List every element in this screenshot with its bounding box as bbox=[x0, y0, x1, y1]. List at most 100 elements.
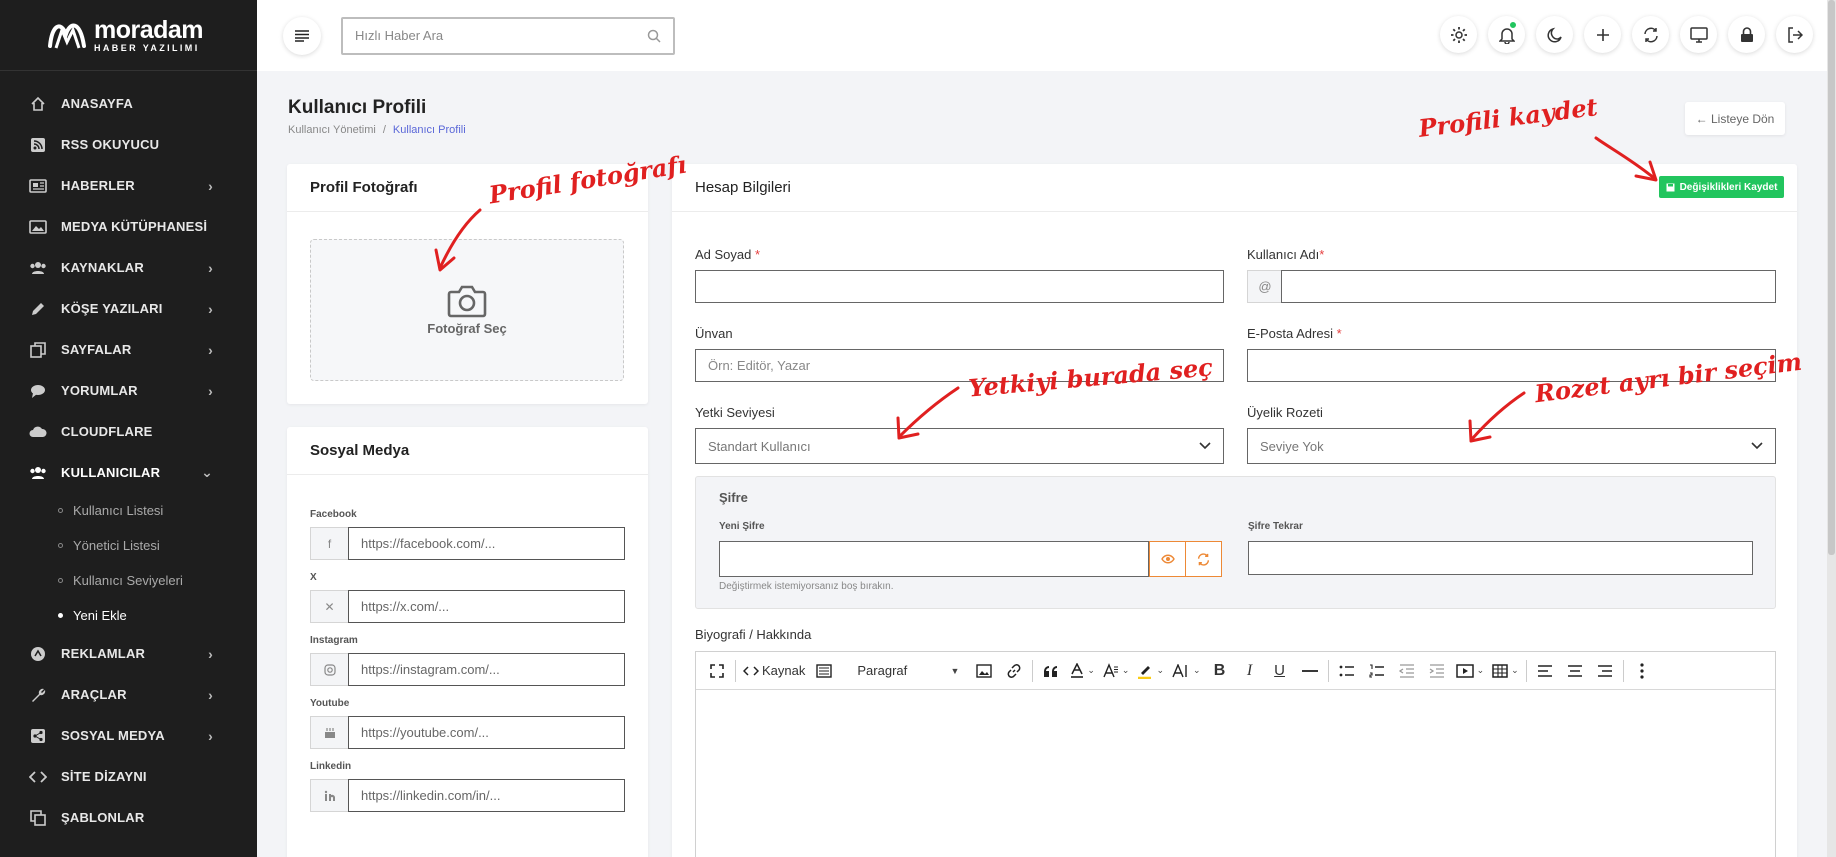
outdent-icon bbox=[1398, 663, 1414, 678]
rss-icon bbox=[28, 135, 48, 155]
paragraph-select[interactable]: Paragraf ▼ bbox=[839, 656, 969, 686]
users-icon bbox=[28, 463, 48, 483]
notifications-button[interactable] bbox=[1488, 16, 1525, 53]
sidebar-item-kose-yazilari[interactable]: KÖŞE YAZILARI › bbox=[0, 288, 257, 329]
linkedin-label: Linkedin bbox=[310, 761, 352, 772]
underline-button[interactable]: U bbox=[1265, 656, 1295, 686]
settings-button[interactable] bbox=[1440, 16, 1477, 53]
repeat-password-input[interactable] bbox=[1248, 541, 1753, 575]
align-center-button[interactable] bbox=[1560, 656, 1590, 686]
highlight-button[interactable]: ⌄ bbox=[1133, 656, 1168, 686]
font-size-icon bbox=[1103, 662, 1118, 677]
sidebar-subitem-kullanici-listesi[interactable]: Kullanıcı Listesi bbox=[58, 493, 257, 528]
youtube-input[interactable] bbox=[348, 716, 625, 749]
font-color-button[interactable]: ⌄ bbox=[1066, 656, 1099, 686]
sidebar-item-anasayfa[interactable]: ANASAYFA bbox=[0, 83, 257, 124]
sidebar-item-yorumlar[interactable]: YORUMLAR › bbox=[0, 370, 257, 411]
sidebar-item-kullanicilar[interactable]: KULLANICILAR ⌄ bbox=[0, 452, 257, 493]
insert-image-button[interactable] bbox=[969, 656, 999, 686]
chevron-right-icon: › bbox=[208, 686, 213, 703]
x-label: X bbox=[310, 572, 317, 583]
horizontal-line-button[interactable] bbox=[1295, 656, 1325, 686]
bullet-list-button[interactable] bbox=[1332, 656, 1362, 686]
insert-table-button[interactable]: ⌄ bbox=[1488, 656, 1523, 686]
copy-icon bbox=[28, 808, 48, 828]
code-icon bbox=[28, 767, 48, 787]
text-style-button[interactable]: ⌄ bbox=[1168, 656, 1205, 686]
refresh-button[interactable] bbox=[1632, 16, 1669, 53]
sidebar-item-medya[interactable]: MEDYA KÜTÜPHANESİ bbox=[0, 206, 257, 247]
back-to-list-button[interactable]: ← Listeye Dön bbox=[1685, 102, 1785, 135]
view-site-button[interactable] bbox=[1680, 16, 1717, 53]
italic-button[interactable]: I bbox=[1235, 656, 1265, 686]
menu-toggle-button[interactable] bbox=[283, 17, 321, 55]
brand-logo[interactable]: moradam HABER YAZILIMI bbox=[0, 0, 257, 71]
sidebar-subitem-yeni-ekle[interactable]: Yeni Ekle bbox=[58, 598, 257, 633]
sidebar-subitem-yonetici-listesi[interactable]: Yönetici Listesi bbox=[58, 528, 257, 563]
sidebar-item-sayfalar[interactable]: SAYFALAR › bbox=[0, 329, 257, 370]
sidebar-item-sablonlar[interactable]: ŞABLONLAR bbox=[0, 797, 257, 838]
outdent-button[interactable] bbox=[1392, 656, 1422, 686]
email-label: E-Posta Adresi * bbox=[1247, 326, 1342, 341]
sidebar-item-haberler[interactable]: HABERLER › bbox=[0, 165, 257, 206]
x-input[interactable] bbox=[348, 590, 625, 623]
bold-button[interactable]: B bbox=[1205, 656, 1235, 686]
page-scrollbar[interactable] bbox=[1827, 0, 1836, 857]
pages-icon bbox=[28, 340, 48, 360]
instagram-input[interactable] bbox=[348, 653, 625, 686]
sidebar-item-reklamlar[interactable]: REKLAMLAR › bbox=[0, 633, 257, 674]
insert-link-button[interactable] bbox=[999, 656, 1029, 686]
source-button[interactable]: Kaynak bbox=[739, 656, 809, 686]
chevron-down-icon: ⌄ bbox=[201, 464, 213, 480]
editor-content-area[interactable] bbox=[696, 690, 1775, 857]
lock-button[interactable] bbox=[1728, 16, 1765, 53]
dark-mode-button[interactable] bbox=[1536, 16, 1573, 53]
indent-button[interactable] bbox=[1422, 656, 1452, 686]
numbered-list-button[interactable] bbox=[1362, 656, 1392, 686]
sidebar-item-rss[interactable]: RSS OKUYUCU bbox=[0, 124, 257, 165]
logout-button[interactable] bbox=[1776, 16, 1813, 53]
add-button[interactable] bbox=[1584, 16, 1621, 53]
sidebar-nav: ANASAYFA RSS OKUYUCU HABERLER › MEDYA KÜ… bbox=[0, 83, 257, 838]
generate-password-button[interactable] bbox=[1185, 541, 1222, 577]
badge-label: Üyelik Rozeti bbox=[1247, 405, 1323, 420]
sidebar-item-site-dizayni[interactable]: SİTE DİZAYNI bbox=[0, 756, 257, 797]
toolbar-separator bbox=[1525, 659, 1527, 682]
required-mark: * bbox=[1319, 247, 1325, 262]
sidebar-item-sosyal-medya[interactable]: SOSYAL MEDYA › bbox=[0, 715, 257, 756]
blockquote-button[interactable] bbox=[1036, 656, 1066, 686]
show-password-button[interactable] bbox=[1149, 541, 1186, 577]
fullname-input[interactable] bbox=[695, 270, 1224, 303]
save-changes-button[interactable]: Değişiklikleri Kaydet bbox=[1659, 176, 1784, 198]
password-hint: Değiştirmek istemiyorsanız boş bırakın. bbox=[719, 581, 894, 592]
linkedin-input[interactable] bbox=[348, 779, 625, 812]
align-left-button[interactable] bbox=[1530, 656, 1560, 686]
fullscreen-button[interactable] bbox=[702, 656, 732, 686]
more-options-button[interactable] bbox=[1627, 656, 1657, 686]
sidebar-subitem-kullanici-seviyeleri[interactable]: Kullanıcı Seviyeleri bbox=[58, 563, 257, 598]
sidebar-subitem-label: Kullanıcı Seviyeleri bbox=[73, 573, 183, 588]
breadcrumb-item[interactable]: Kullanıcı Yönetimi bbox=[288, 124, 376, 136]
search-input[interactable] bbox=[355, 28, 647, 43]
align-right-button[interactable] bbox=[1590, 656, 1620, 686]
scrollbar-thumb[interactable] bbox=[1828, 0, 1835, 555]
facebook-input[interactable] bbox=[348, 527, 625, 560]
sidebar-item-cloudflare[interactable]: CLOUDFLARE bbox=[0, 411, 257, 452]
sidebar: moradam HABER YAZILIMI ANASAYFA RSS OKUY… bbox=[0, 0, 257, 857]
new-password-input[interactable] bbox=[719, 541, 1149, 577]
sidebar-item-araclar[interactable]: ARAÇLAR › bbox=[0, 674, 257, 715]
template-button[interactable] bbox=[809, 656, 839, 686]
username-input[interactable] bbox=[1281, 270, 1776, 303]
search-icon[interactable] bbox=[647, 29, 661, 43]
ads-icon bbox=[28, 644, 48, 664]
chevron-down-icon: ⌄ bbox=[1121, 665, 1130, 675]
media-embed-button[interactable]: ⌄ bbox=[1452, 656, 1489, 686]
sidebar-item-label: KAYNAKLAR bbox=[61, 260, 144, 275]
font-size-button[interactable]: ⌄ bbox=[1099, 656, 1134, 686]
wrench-icon bbox=[28, 685, 48, 705]
cloud-icon bbox=[28, 422, 48, 442]
sidebar-item-kaynaklar[interactable]: KAYNAKLAR › bbox=[0, 247, 257, 288]
logout-icon bbox=[1787, 26, 1803, 43]
sidebar-item-label: HABERLER bbox=[61, 178, 135, 193]
link-icon bbox=[1008, 663, 1021, 678]
